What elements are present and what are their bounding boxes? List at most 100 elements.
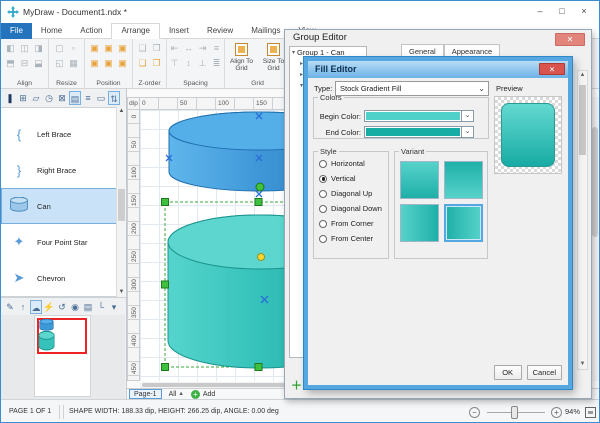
- scrollbar-thumb[interactable]: [118, 189, 125, 221]
- pages-dropdown[interactable]: All ▲: [169, 391, 184, 398]
- tab-home[interactable]: Home: [32, 23, 71, 39]
- more-tools-icon[interactable]: ▾: [108, 300, 120, 314]
- ok-button[interactable]: OK: [494, 365, 522, 380]
- space-horizontal-equal-icon[interactable]: ↔: [183, 42, 194, 55]
- scroll-up-icon[interactable]: ▲: [578, 71, 587, 80]
- rotate-tool-icon[interactable]: ↺: [56, 300, 68, 314]
- zoom-in-button[interactable]: +: [551, 407, 562, 418]
- fill-editor-close-button[interactable]: ✕: [539, 63, 565, 75]
- shape-control-point[interactable]: [258, 254, 265, 261]
- tab-arrange[interactable]: Arrange: [111, 23, 159, 40]
- position-bottom-right-icon[interactable]: ▣: [117, 57, 128, 70]
- sort-shapes-icon[interactable]: ⇅: [108, 91, 120, 105]
- space-left-icon[interactable]: ⇤: [169, 42, 180, 55]
- resize-grid-icon[interactable]: ▦: [68, 57, 79, 70]
- add-page-button[interactable]: + Add: [191, 390, 215, 399]
- align-right-icon[interactable]: ◨: [33, 42, 44, 55]
- group-editor-close-button[interactable]: ✕: [555, 33, 585, 46]
- end-color-select[interactable]: ⌄: [364, 126, 474, 138]
- comment-tool-icon[interactable]: ◉: [69, 300, 81, 314]
- space-bottom-icon[interactable]: ⊥: [197, 57, 208, 70]
- add-shape-button[interactable]: ＋: [291, 381, 302, 392]
- begin-color-select[interactable]: ⌄: [364, 110, 474, 122]
- list-item-chevron[interactable]: ➤Chevron: [1, 260, 126, 296]
- space-vertical-remove-icon[interactable]: ≣: [211, 57, 222, 70]
- align-top-icon[interactable]: ⬒: [5, 57, 16, 70]
- tab-appearance[interactable]: Appearance: [444, 44, 500, 58]
- connector-tool-icon[interactable]: └: [95, 300, 107, 314]
- minimize-button[interactable]: –: [529, 1, 551, 21]
- align-center-icon[interactable]: ◫: [19, 42, 30, 55]
- space-right-icon[interactable]: ⇥: [197, 42, 208, 55]
- zoom-slider-thumb[interactable]: [511, 406, 518, 419]
- list-item-four-point-star[interactable]: ✦Four Point Star: [1, 224, 126, 260]
- fit-to-window-icon[interactable]: [585, 407, 596, 418]
- recent-shapes-icon[interactable]: ◷: [43, 91, 55, 105]
- view-thumbnails-icon[interactable]: ▭: [95, 91, 107, 105]
- variant-swatch-2[interactable]: [444, 161, 483, 199]
- variant-swatch-4[interactable]: [444, 204, 483, 242]
- bring-to-front-icon[interactable]: ❏: [137, 42, 148, 55]
- space-top-icon[interactable]: ⊤: [169, 57, 180, 70]
- tab-insert[interactable]: Insert: [160, 23, 198, 39]
- tab-action[interactable]: Action: [71, 23, 111, 39]
- variant-swatch-3[interactable]: [400, 204, 439, 242]
- remove-library-icon[interactable]: ⊠: [56, 91, 68, 105]
- tab-file[interactable]: File: [1, 23, 32, 39]
- radio-from-corner[interactable]: From Corner: [314, 216, 388, 231]
- close-button[interactable]: ×: [573, 1, 595, 21]
- align-left-icon[interactable]: ◧: [5, 42, 16, 55]
- rotation-handle[interactable]: [256, 183, 264, 191]
- radio-diagonal-down[interactable]: Diagonal Down: [314, 201, 388, 216]
- view-details-icon[interactable]: ▤: [69, 91, 81, 105]
- scrollbar-thumb[interactable]: [592, 127, 598, 237]
- list-item-right-brace[interactable]: }Right Brace: [1, 152, 126, 188]
- maximize-button[interactable]: □: [551, 1, 573, 21]
- new-library-icon[interactable]: ⊞: [17, 91, 29, 105]
- shape-list-scrollbar[interactable]: ▲ ▼: [116, 107, 126, 297]
- dialog-scrollbar[interactable]: ▲ ▼: [577, 70, 588, 370]
- scrollbar-thumb[interactable]: [579, 85, 586, 155]
- size-to-content-icon[interactable]: ◱: [54, 57, 65, 70]
- radio-vertical[interactable]: Vertical: [314, 171, 388, 186]
- resize-width-icon[interactable]: ▢: [54, 42, 65, 55]
- view-list-icon[interactable]: ≡: [82, 91, 94, 105]
- position-top-left-icon[interactable]: ▣: [89, 42, 100, 55]
- freeform-tool-icon[interactable]: ☁: [30, 300, 42, 314]
- page-thumbnail[interactable]: [34, 315, 91, 397]
- radio-horizontal[interactable]: Horizontal: [314, 156, 388, 171]
- radio-from-center[interactable]: From Center: [314, 231, 388, 246]
- scroll-up-icon[interactable]: ▲: [117, 107, 126, 116]
- tab-mailings[interactable]: Mailings: [242, 23, 289, 39]
- cancel-button[interactable]: Cancel: [527, 365, 562, 380]
- position-bottom-center-icon[interactable]: ▣: [103, 57, 114, 70]
- page-tab[interactable]: Page-1: [129, 389, 162, 399]
- scroll-down-icon[interactable]: ▼: [117, 288, 126, 297]
- open-library-icon[interactable]: ▱: [30, 91, 42, 105]
- quick-effects-icon[interactable]: ⚡: [43, 300, 55, 314]
- edit-geometry-icon[interactable]: ✎: [4, 300, 16, 314]
- send-to-back-icon[interactable]: ❐: [151, 42, 162, 55]
- space-horizontal-remove-icon[interactable]: ≡: [211, 42, 222, 55]
- position-top-center-icon[interactable]: ▣: [103, 42, 114, 55]
- list-item-can[interactable]: Can: [1, 188, 126, 224]
- position-top-right-icon[interactable]: ▣: [117, 42, 128, 55]
- align-to-grid-button[interactable]: Align To Grid: [227, 42, 256, 73]
- align-middle-icon[interactable]: ⊟: [19, 57, 30, 70]
- library-icon[interactable]: ❚: [4, 91, 16, 105]
- align-bottom-icon[interactable]: ⬓: [33, 57, 44, 70]
- send-backward-icon[interactable]: ❐: [151, 57, 162, 70]
- radio-diagonal-up[interactable]: Diagonal Up: [314, 186, 388, 201]
- space-vertical-equal-icon[interactable]: ↕: [183, 57, 194, 70]
- tab-review[interactable]: Review: [198, 23, 242, 39]
- save-to-library-icon[interactable]: ▤: [82, 300, 94, 314]
- position-bottom-left-icon[interactable]: ▣: [89, 57, 100, 70]
- zoom-out-button[interactable]: −: [469, 407, 480, 418]
- bring-forward-icon[interactable]: ❏: [137, 57, 148, 70]
- tab-general[interactable]: General: [401, 44, 444, 58]
- scrollbar-thumb[interactable]: [142, 383, 292, 387]
- variant-swatch-1[interactable]: [400, 161, 439, 199]
- list-item-left-brace[interactable]: {Left Brace: [1, 116, 126, 152]
- pointer-tool-icon[interactable]: ↑: [17, 300, 29, 314]
- scroll-down-icon[interactable]: ▼: [578, 360, 587, 369]
